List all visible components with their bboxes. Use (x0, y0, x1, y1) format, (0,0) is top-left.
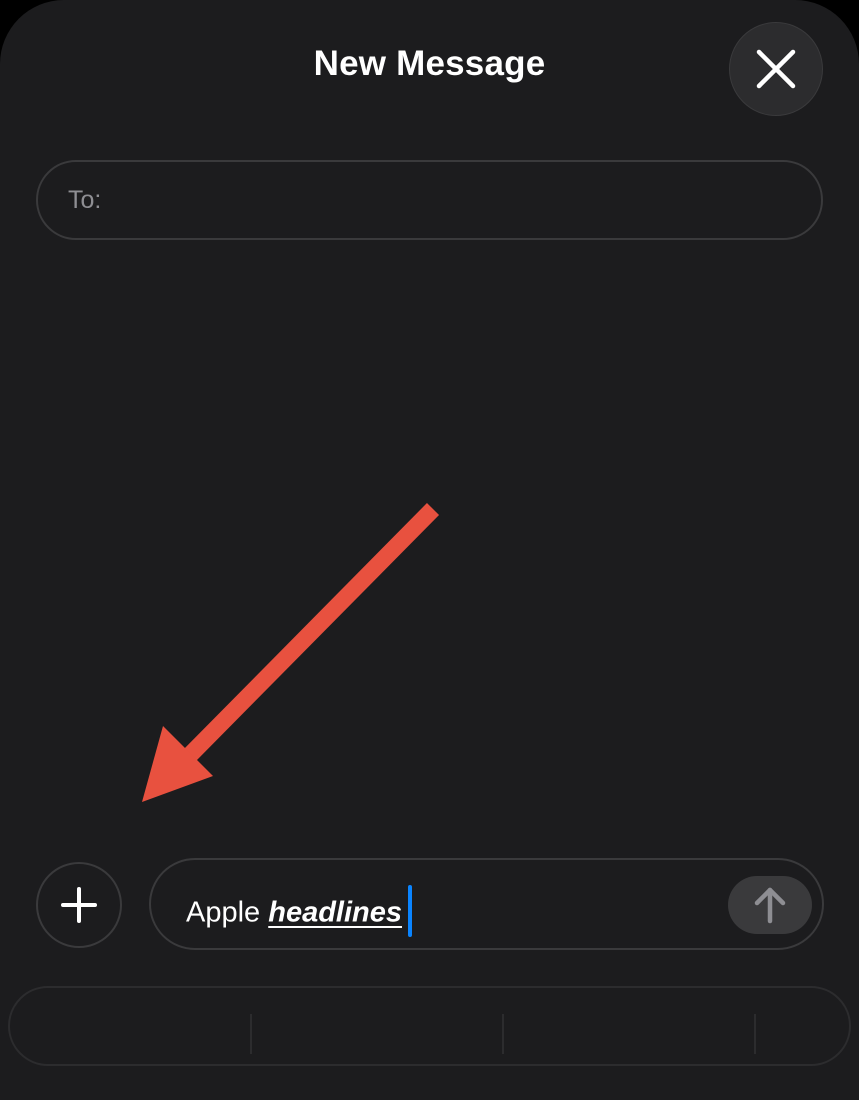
close-icon (756, 49, 796, 89)
recipient-field[interactable]: To: (36, 160, 823, 240)
plus-icon (61, 887, 97, 923)
close-button[interactable] (729, 22, 823, 116)
message-text-emphasis: headlines (268, 896, 403, 929)
suggestion-divider (754, 1014, 756, 1054)
add-attachment-button[interactable] (36, 862, 122, 948)
suggestion-bar (8, 986, 851, 1066)
arrow-up-icon (754, 887, 786, 924)
suggestion-divider (502, 1014, 504, 1054)
message-text: Apple headlines (186, 885, 413, 940)
suggestion-divider (250, 1014, 252, 1054)
text-caret (408, 885, 413, 937)
send-button[interactable] (728, 876, 812, 934)
message-input[interactable]: Apple headlines (149, 858, 824, 950)
message-text-plain: Apple (186, 896, 269, 929)
recipient-label: To: (68, 185, 102, 214)
new-message-sheet: New Message To: Apple headlines (0, 0, 859, 1100)
